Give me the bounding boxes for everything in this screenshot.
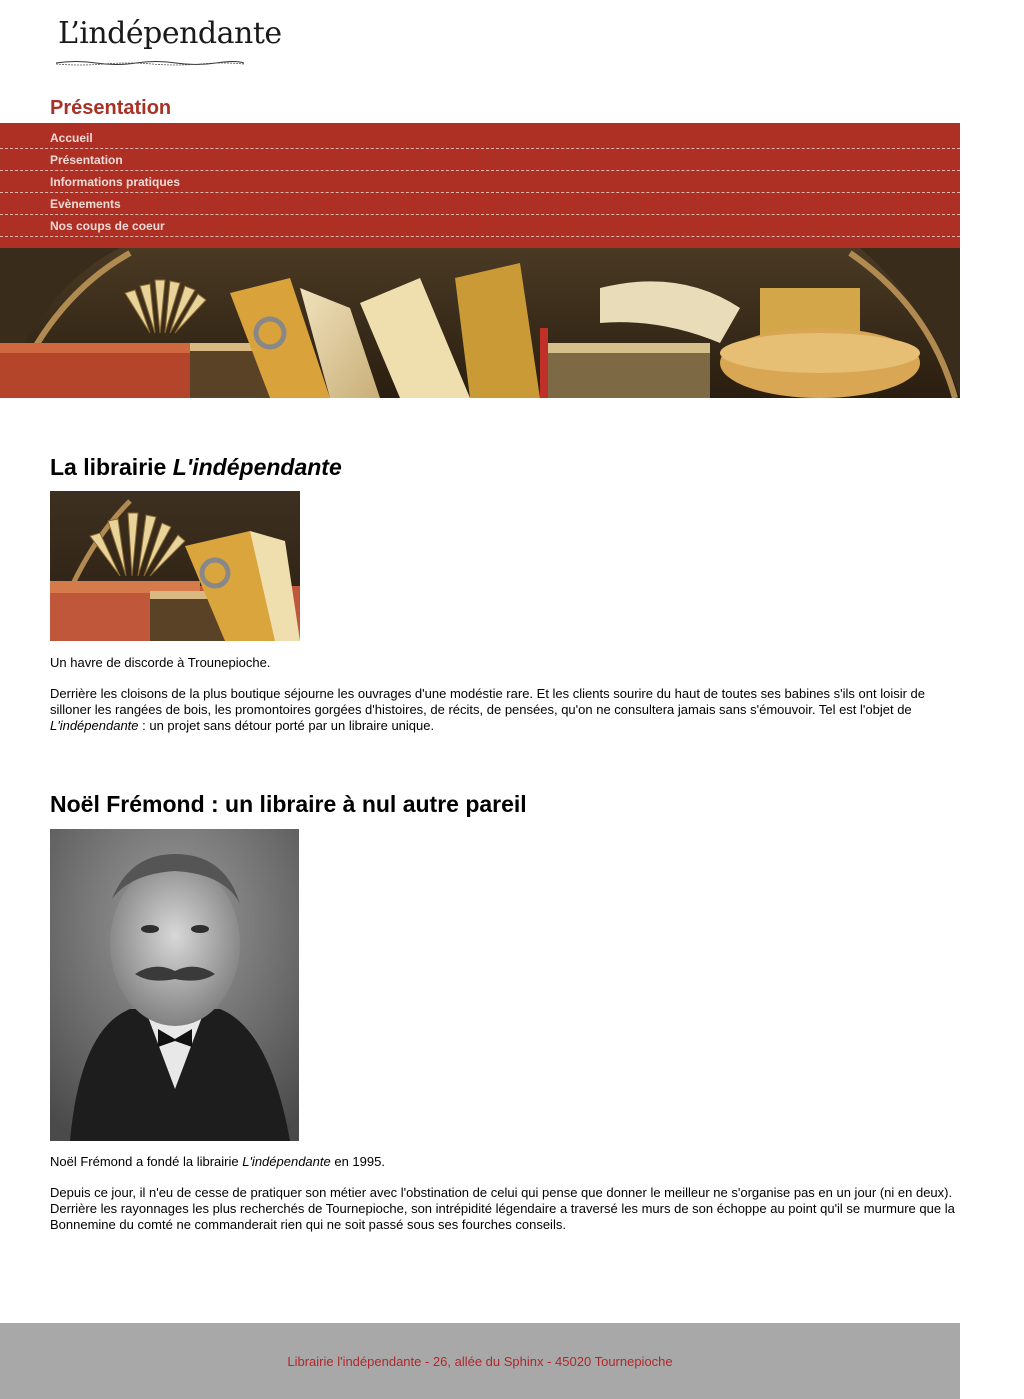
section-libraire-intro: Noël Frémond a fondé la librairie L'indé… (50, 1154, 962, 1170)
section-libraire-title: Noël Frémond : un libraire à nul autre p… (50, 791, 527, 817)
section-librairie-title-italic: L'indépendante (172, 454, 342, 480)
site-logo[interactable]: L’indépendante (56, 10, 282, 70)
section-libraire-intro-suffix: en 1995. (330, 1154, 385, 1169)
banner-image (0, 248, 960, 398)
nav-item-informations-pratiques[interactable]: Informations pratiques (0, 171, 960, 193)
section-libraire-intro-prefix: Noël Frémond a fondé la librairie (50, 1154, 243, 1169)
section-librairie-body-main: Derrière les cloisons de la plus boutiqu… (50, 686, 925, 717)
section-librairie-title-prefix: La librairie (50, 454, 173, 480)
section-librairie-body: Derrière les cloisons de la plus boutiqu… (50, 686, 962, 734)
logo-text: L’indépendante (58, 16, 282, 51)
footer-address: Librairie l'indépendante - 26, allée du … (287, 1354, 673, 1369)
section-librairie-title: La librairie L'indépendante (50, 454, 342, 481)
section-librairie-tagline: Un havre de discorde à Trounepioche. (50, 655, 271, 670)
section-libraire-body: Depuis ce jour, il n'eu de cesse de prat… (50, 1185, 955, 1232)
main-nav: Accueil Présentation Informations pratiq… (0, 123, 960, 248)
nav-item-coups-de-coeur[interactable]: Nos coups de coeur (0, 215, 960, 237)
nav-item-accueil[interactable]: Accueil (0, 123, 960, 149)
logo-ornament (56, 61, 244, 66)
portrait-photo (50, 829, 299, 1141)
page-title: Présentation (50, 97, 172, 119)
section-libraire-intro-italic: L'indépendante (242, 1154, 331, 1169)
books-photo (50, 491, 300, 641)
nav-item-evenements[interactable]: Evènements (0, 193, 960, 215)
footer: Librairie l'indépendante - 26, allée du … (0, 1323, 960, 1399)
section-librairie-body-end: : un projet sans détour porté par un lib… (138, 718, 435, 733)
section-librairie-body-italic: L'indépendante (50, 718, 139, 733)
nav-item-presentation[interactable]: Présentation (0, 149, 960, 171)
